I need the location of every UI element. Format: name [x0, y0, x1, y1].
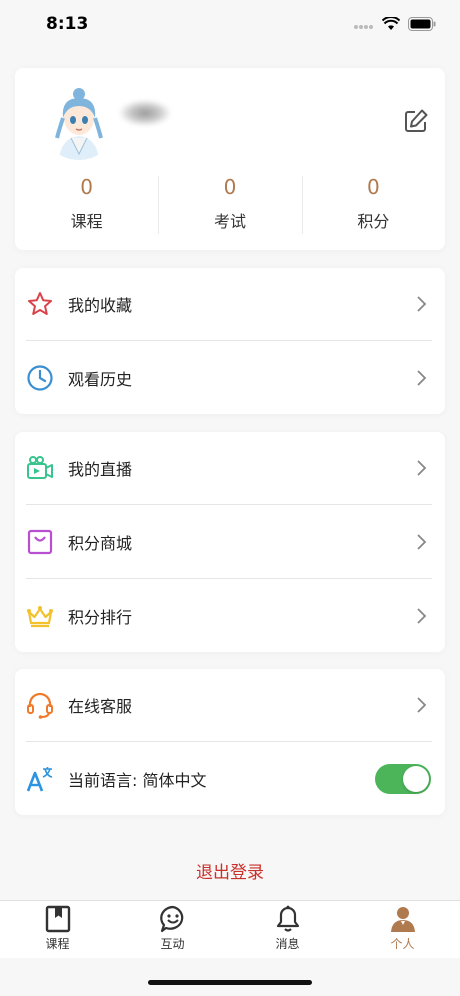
stat-value: 0 [366, 175, 380, 199]
menu-item-label: 积分排行 [68, 608, 133, 627]
menu-item-label: 我的收藏 [68, 296, 133, 315]
shopping-bag-icon [26, 528, 54, 556]
stat-points[interactable]: 0 积分 [301, 172, 445, 240]
menu-item-label: 我的直播 [68, 460, 133, 479]
chevron-right-icon [417, 460, 427, 476]
tab-label: 互动 [160, 937, 185, 951]
logout-button[interactable]: 退出登录 [0, 858, 460, 883]
divider [26, 340, 432, 341]
signal-icon [354, 25, 373, 29]
chevron-right-icon [417, 296, 427, 312]
menu-item-label: 当前语言: 简体中文 [68, 771, 207, 790]
headset-icon [26, 691, 54, 719]
divider [26, 578, 432, 579]
stat-courses[interactable]: 0 课程 [15, 172, 158, 240]
chevron-right-icon [417, 370, 427, 386]
tab-courses[interactable]: 课程 [0, 901, 115, 958]
tab-label: 消息 [275, 937, 300, 951]
username-blurred [119, 100, 171, 126]
language-toggle[interactable] [375, 764, 431, 794]
menu-item-favorites[interactable]: 我的收藏 [15, 268, 445, 340]
battery-icon [408, 17, 436, 31]
bell-icon [276, 905, 299, 932]
profile-stats: 0 课程 0 考试 0 积分 [15, 172, 445, 240]
menu-group-support: 在线客服 当前语言: 简体中文 [15, 669, 445, 815]
stat-value: 0 [223, 175, 237, 199]
chevron-right-icon [417, 608, 427, 624]
divider [26, 741, 432, 742]
crown-icon [26, 602, 54, 630]
menu-item-history[interactable]: 观看历史 [15, 342, 445, 414]
tab-label: 个人 [390, 937, 415, 951]
chat-bubble-icon [159, 905, 183, 933]
menu-item-label: 积分商城 [68, 534, 133, 553]
avatar-illustration [41, 84, 117, 160]
book-icon [45, 905, 70, 933]
tab-messages[interactable]: 消息 [230, 901, 345, 958]
menu-item-points-ranking[interactable]: 积分排行 [15, 580, 445, 652]
stat-label: 积分 [357, 212, 390, 231]
menu-item-points-mall[interactable]: 积分商城 [15, 506, 445, 578]
menu-item-language: 当前语言: 简体中文 [15, 743, 445, 815]
person-icon [390, 907, 415, 932]
menu-item-my-live[interactable]: 我的直播 [15, 432, 445, 504]
stat-value: 0 [80, 175, 94, 199]
chevron-right-icon [417, 534, 427, 550]
wifi-icon [382, 17, 400, 30]
status-icons [354, 17, 436, 31]
status-bar: 8:13 [0, 0, 460, 48]
menu-group-live: 我的直播 积分商城 积分排行 [15, 432, 445, 652]
tab-label: 课程 [45, 937, 70, 951]
tab-profile[interactable]: 个人 [345, 901, 460, 958]
tab-interaction[interactable]: 互动 [115, 901, 230, 958]
stat-exams[interactable]: 0 考试 [158, 172, 301, 240]
menu-item-customer-service[interactable]: 在线客服 [15, 669, 445, 741]
divider [26, 504, 432, 505]
video-camera-icon [26, 454, 54, 482]
menu-item-label: 观看历史 [68, 370, 133, 389]
star-icon [26, 290, 54, 318]
chevron-right-icon [417, 697, 427, 713]
clock-icon [26, 364, 54, 392]
profile-card: 0 课程 0 考试 0 积分 [15, 68, 445, 250]
avatar[interactable] [41, 84, 117, 160]
toggle-knob [403, 766, 429, 792]
menu-item-label: 在线客服 [68, 697, 133, 716]
menu-group-favorites: 我的收藏 观看历史 [15, 268, 445, 414]
stat-label: 课程 [70, 212, 103, 231]
language-icon [26, 765, 54, 793]
tab-bar: 课程 互动 消息 个人 [0, 900, 460, 958]
edit-profile-icon[interactable] [403, 108, 429, 134]
home-indicator [148, 980, 312, 985]
status-time: 8:13 [46, 14, 89, 34]
stat-label: 考试 [213, 212, 246, 231]
